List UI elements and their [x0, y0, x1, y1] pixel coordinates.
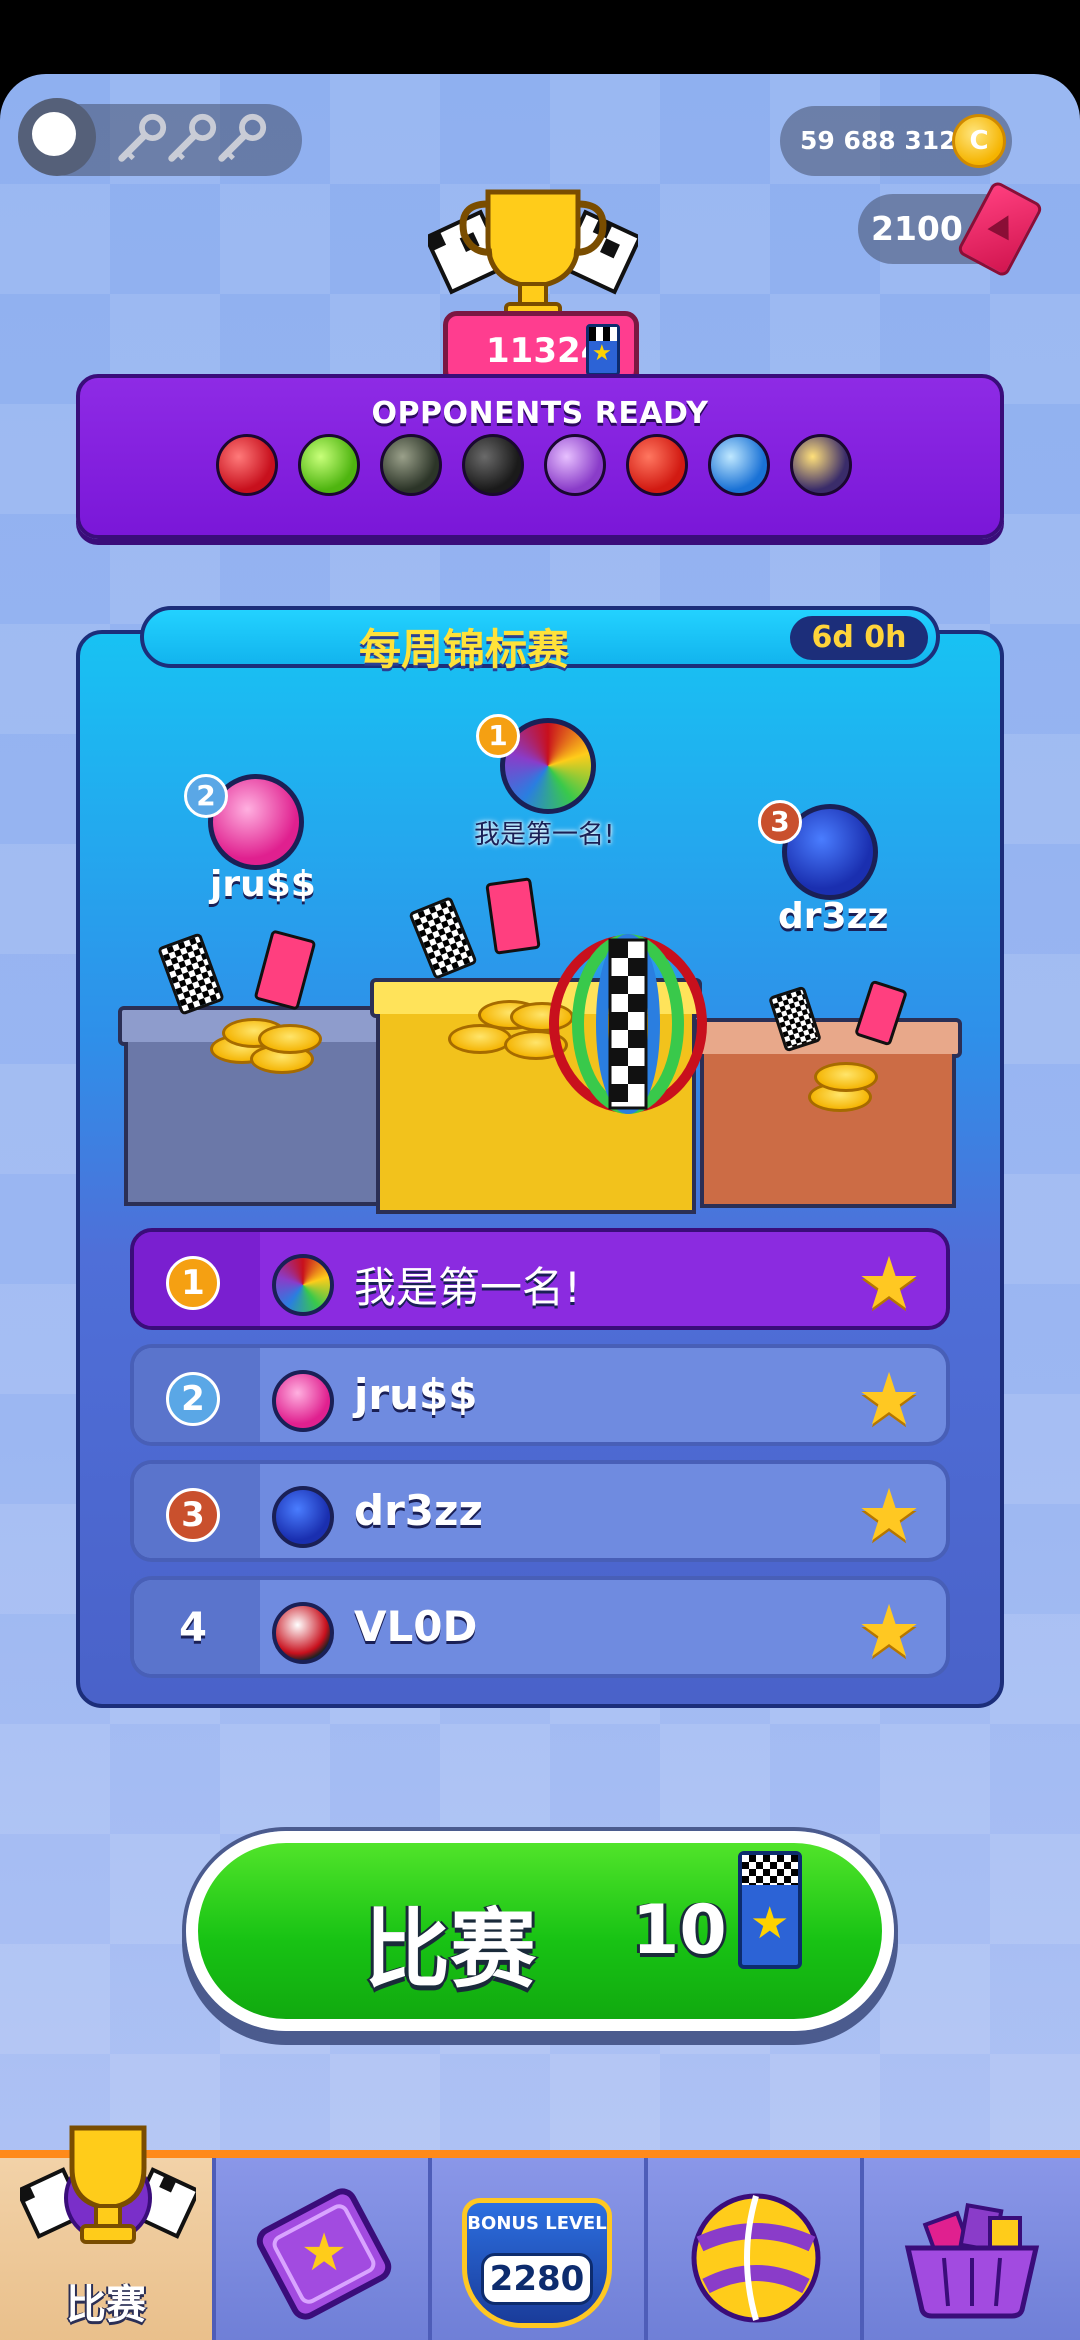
player-avatar [272, 1602, 334, 1664]
tab-bonus-level[interactable]: BONUS LEVEL 2280 [432, 2158, 648, 2340]
svg-text:★: ★ [301, 2223, 348, 2283]
star-icon: ★ [856, 1241, 922, 1325]
leaderboard-rank: 3 [166, 1488, 220, 1542]
leaderboard-row[interactable]: 4 VL0D ★ [130, 1576, 950, 1678]
soda-can-ball-icon [216, 434, 278, 496]
opponents-title: OPPONENTS READY [371, 396, 709, 431]
player-avatar [272, 1370, 334, 1432]
star-icon: ★ [856, 1473, 922, 1557]
podium-name-second: jru$$ [210, 864, 316, 905]
play-button-label: 比赛 [364, 1900, 536, 2000]
key-icon [218, 113, 267, 162]
leaderboard-row[interactable]: 2 jru$$ ★ [130, 1344, 950, 1446]
spiky-purple-ball-icon [544, 434, 606, 496]
tournament-header: 每周锦标赛 6d 0h [140, 606, 940, 674]
blue-candy-ball-icon [708, 434, 770, 496]
podium-name-first: 我是第一名! [474, 820, 615, 850]
leaderboard-name: dr3zz [354, 1486, 483, 1535]
apple-ball-icon [298, 434, 360, 496]
play-button[interactable]: 比赛 10 [186, 1831, 894, 2031]
bomb-ball-icon [462, 434, 524, 496]
pink-ticket-icon [956, 179, 1044, 279]
tournament-title: 每周锦标赛 [358, 625, 569, 674]
podium-name-third: dr3zz [778, 896, 889, 937]
tennis-ball-icon [380, 434, 442, 496]
shop-basket-icon [904, 2203, 1040, 2319]
blue-ticket-icon [586, 324, 620, 376]
bonus-level-icon: BONUS LEVEL 2280 [462, 2198, 612, 2328]
tomato-ball-icon [626, 434, 688, 496]
bottom-nav: 比赛 ★ BONUS LEVEL 2280 [0, 2125, 1080, 2340]
leaderboard-row[interactable]: 1 我是第一名! ★ [130, 1228, 950, 1330]
blue-ticket-icon [738, 1851, 802, 1969]
tickets-value: 2100 [871, 209, 963, 248]
star-icon: ★ [856, 1357, 922, 1441]
tournament-timer: 6d 0h [790, 616, 928, 660]
tab-balls[interactable] [648, 2158, 864, 2340]
rank-badge-third: 3 [758, 800, 802, 844]
game-screen: 59 688 312 C 2100 1 1 3 2 4 OPPONENTS READY [0, 74, 1080, 2340]
leaderboard-rank: 4 [179, 1605, 207, 1651]
ball-skin-icon [691, 2193, 821, 2323]
tab-shop[interactable] [864, 2158, 1080, 2340]
bonus-level-title: BONUS LEVEL [467, 2213, 607, 2234]
bonus-level-value: 2280 [481, 2253, 593, 2305]
coins-counter[interactable]: 59 688 312 C [780, 106, 1012, 176]
rank-badge-first: 1 [476, 714, 520, 758]
play-cost: 10 [632, 1891, 727, 1970]
winner-ball-icon [549, 934, 707, 1114]
leaderboard-name: VL0D [354, 1602, 478, 1651]
star-icon: ★ [856, 1589, 922, 1673]
leaderboard-name: 我是第一名! [354, 1263, 581, 1312]
coins-value: 59 688 312 [800, 126, 957, 155]
toggle-knob[interactable] [18, 98, 96, 176]
leaderboard-name: jru$$ [354, 1370, 478, 1419]
coin-icon: C [952, 114, 1006, 168]
tab-cards[interactable]: ★ [216, 2158, 432, 2340]
leaderboard-rank: 1 [166, 1256, 220, 1310]
rank-badge-second: 2 [184, 774, 228, 818]
podium-third [694, 1018, 962, 1208]
player-avatar [272, 1486, 334, 1548]
tab-race-label: 比赛 [66, 2282, 146, 2328]
tab-race[interactable]: 比赛 [0, 2125, 216, 2340]
leaderboard-rank: 2 [166, 1372, 220, 1426]
tickets-counter[interactable]: 2100 [858, 179, 1044, 279]
star-card-icon: ★ [256, 2188, 392, 2320]
player-avatar [272, 1254, 334, 1316]
trophy-icon [20, 2125, 196, 2244]
leaderboard-row[interactable]: 3 dr3zz ★ [130, 1460, 950, 1562]
pink-ticket-icon [485, 877, 541, 955]
opponents-panel: OPPONENTS READY [76, 374, 1004, 539]
trophy-icon [428, 189, 638, 324]
armored-ball-icon [790, 434, 852, 496]
